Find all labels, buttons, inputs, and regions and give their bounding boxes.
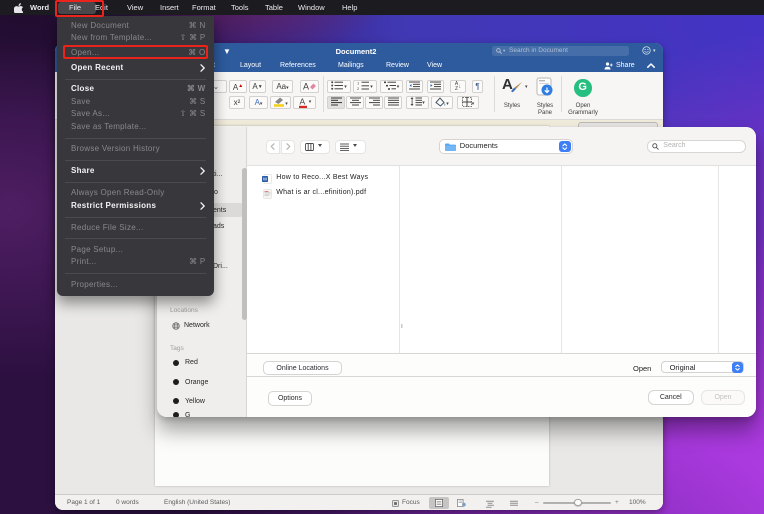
svg-text:1: 1 <box>357 81 360 85</box>
svg-text:2: 2 <box>357 86 360 90</box>
svg-text:A: A <box>303 82 309 92</box>
svg-text:A: A <box>299 97 305 107</box>
